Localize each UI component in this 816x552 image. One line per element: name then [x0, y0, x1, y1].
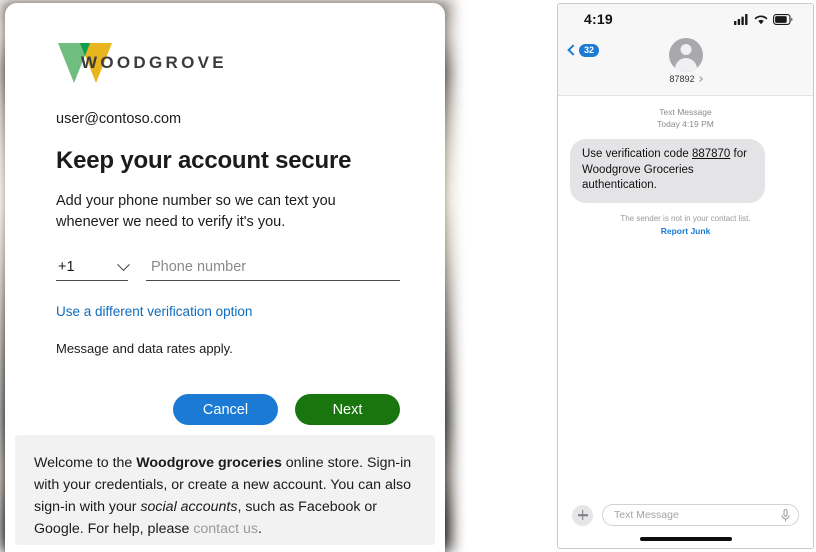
- cellular-signal-icon: [734, 13, 748, 25]
- chevron-left-icon: [567, 44, 579, 56]
- footer-text-4: .: [257, 521, 262, 537]
- back-button[interactable]: 32: [567, 44, 600, 57]
- footer-italic-social: social accounts: [140, 499, 238, 515]
- status-time: 4:19: [584, 11, 613, 27]
- sender-notice: The sender is not in your contact list.: [620, 213, 751, 223]
- thread-meta: Text Message Today 4:19 PM: [570, 106, 801, 130]
- thread-meta-type: Text Message: [659, 107, 712, 117]
- message-input[interactable]: Text Message: [602, 504, 799, 526]
- wifi-icon: [754, 14, 768, 24]
- action-buttons: Cancel Next: [56, 394, 400, 425]
- messages-header: 32 87892: [558, 34, 813, 96]
- account-email: user@contoso.com: [56, 111, 182, 127]
- footer-bold-brand: Woodgrove groceries: [136, 455, 282, 471]
- rates-note: Message and data rates apply.: [56, 341, 233, 356]
- phone-mockup: 4:19 32 87892 Text Message Today 4:19 PM…: [557, 3, 814, 549]
- contact-avatar-icon: [668, 38, 703, 72]
- verification-code[interactable]: 887870: [692, 148, 730, 160]
- screen: WOODGROVE user@contoso.com Keep your acc…: [0, 0, 816, 552]
- thread-meta-time: Today 4:19 PM: [657, 119, 714, 129]
- compose-bar: Text Message: [558, 504, 813, 526]
- home-indicator: [639, 537, 732, 541]
- next-button[interactable]: Next: [295, 394, 400, 425]
- signin-card-body: WOODGROVE user@contoso.com Keep your acc…: [5, 3, 445, 425]
- message-input-placeholder: Text Message: [614, 509, 679, 521]
- message-row: Use verification code 887870 for Woodgro…: [570, 139, 801, 203]
- chevron-right-icon: [696, 76, 703, 82]
- report-junk-link[interactable]: Report Junk: [570, 226, 801, 236]
- country-code-value: +1: [58, 259, 75, 275]
- phone-entry-row: +1: [56, 257, 400, 281]
- welcome-footer-banner: Welcome to the Woodgrove groceries onlin…: [15, 435, 435, 545]
- microphone-icon[interactable]: [781, 508, 790, 522]
- logo-wordmark: WOODGROVE: [81, 52, 227, 72]
- contact-header[interactable]: 87892: [668, 34, 703, 84]
- phone-number-input[interactable]: [146, 259, 400, 281]
- phone-status-bar: 4:19: [558, 4, 813, 34]
- brand-logo: WOODGROVE: [56, 41, 400, 85]
- unread-count-badge: 32: [579, 44, 600, 57]
- status-icons: [734, 13, 793, 25]
- page-subtitle: Add your phone number so we can text you…: [56, 193, 336, 230]
- message-thread: Text Message Today 4:19 PM Use verificat…: [558, 96, 813, 236]
- country-code-select[interactable]: +1: [56, 257, 130, 281]
- signin-card: WOODGROVE user@contoso.com Keep your acc…: [5, 3, 445, 552]
- contact-name: 87892: [669, 74, 703, 84]
- chevron-down-icon: [117, 257, 130, 271]
- page-title: Keep your account secure: [56, 147, 352, 174]
- contact-us-link[interactable]: contact us: [193, 521, 258, 537]
- message-prefix: Use verification code: [582, 148, 692, 160]
- footer-text-1: Welcome to the: [34, 455, 137, 471]
- message-bubble: Use verification code 887870 for Woodgro…: [570, 139, 765, 203]
- cancel-button[interactable]: Cancel: [173, 394, 278, 425]
- contact-name-text: 87892: [669, 74, 695, 84]
- battery-icon: [773, 13, 793, 25]
- alternate-verification-link[interactable]: Use a different verification option: [56, 304, 252, 319]
- plus-icon[interactable]: [572, 504, 593, 526]
